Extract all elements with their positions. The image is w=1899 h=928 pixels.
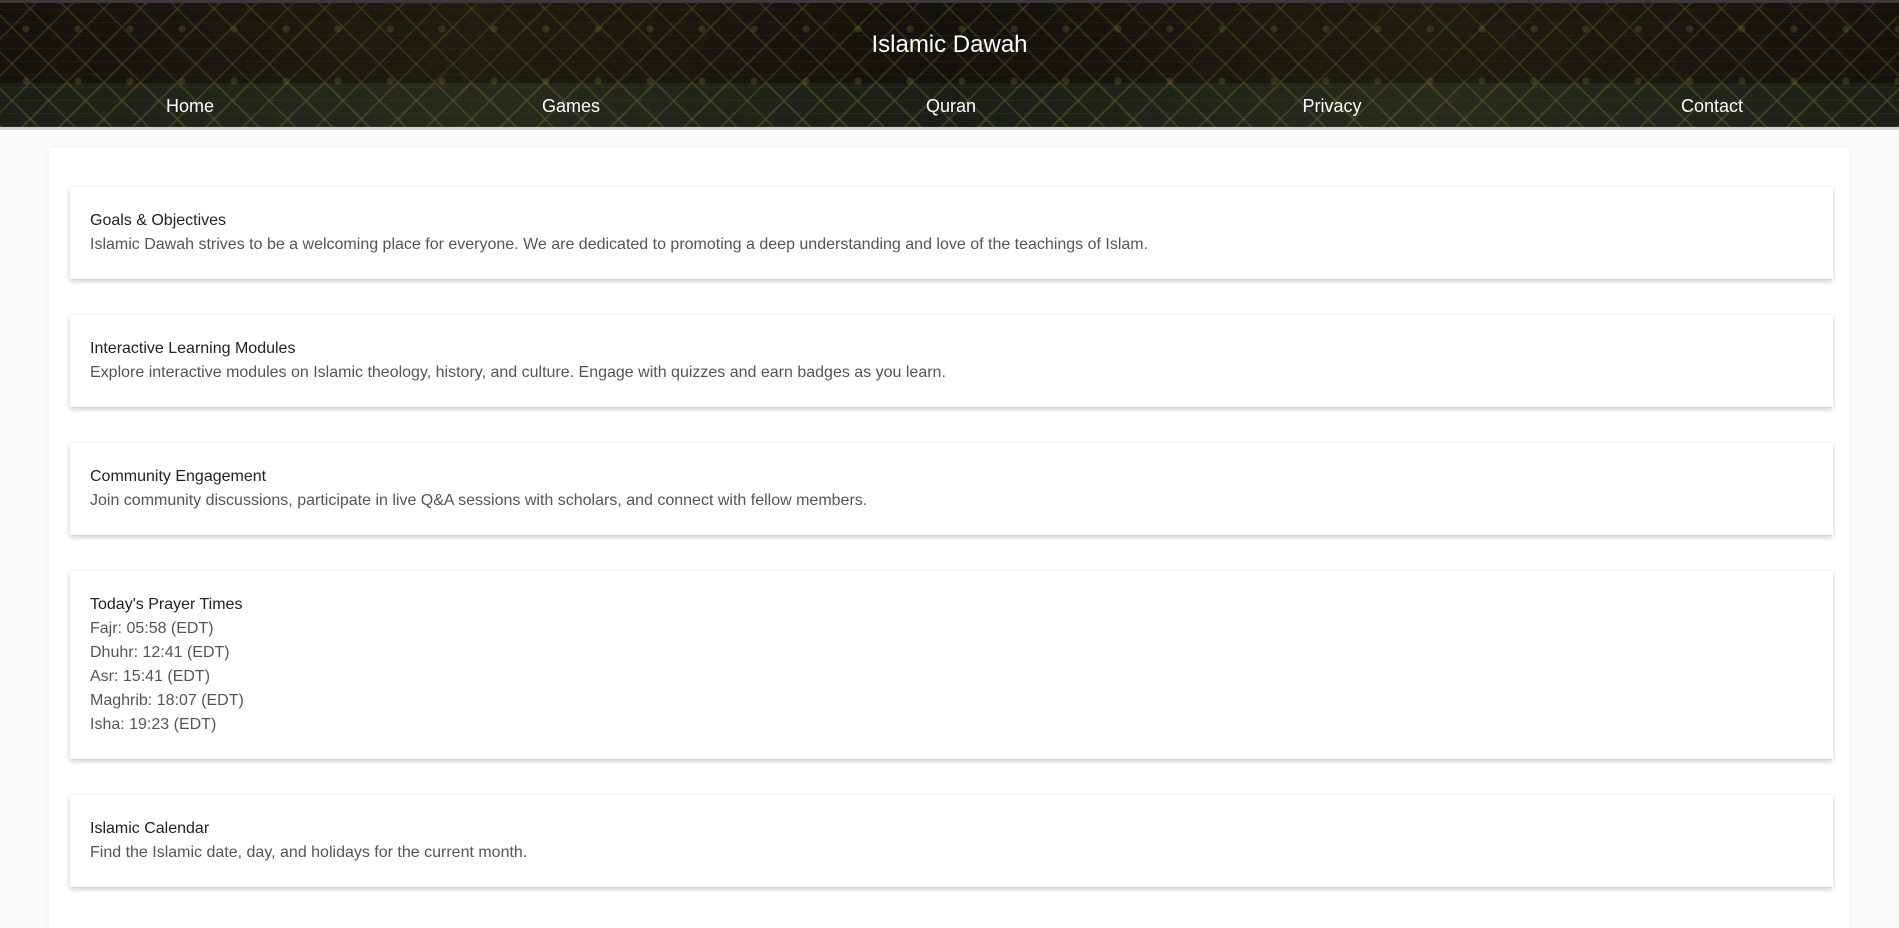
prayer-times-card: Today's Prayer Times Fajr: 05:58 (EDT) D…: [70, 571, 1833, 759]
goals-card: Goals & Objectives Islamic Dawah strives…: [70, 187, 1833, 279]
prayer-time-maghrib: Maghrib: 18:07 (EDT): [90, 692, 244, 709]
prayer-time-asr: Asr: 15:41 (EDT): [90, 668, 211, 685]
prayer-time-fajr: Fajr: 05:58 (EDT): [90, 620, 214, 637]
nav-contact-link[interactable]: Contact: [1612, 95, 1812, 117]
title-band: Islamic Dawah: [0, 3, 1899, 83]
calendar-card: Islamic Calendar Find the Islamic date, …: [70, 795, 1833, 887]
prayer-times-title: Today's Prayer Times: [90, 596, 243, 613]
site-header: Islamic Dawah Home Games Quran Privacy C…: [0, 0, 1899, 130]
calendar-title: Islamic Calendar: [90, 820, 210, 837]
community-title: Community Engagement: [90, 468, 267, 485]
modules-card: Interactive Learning Modules Explore int…: [70, 315, 1833, 407]
goals-title: Goals & Objectives: [90, 212, 227, 229]
community-card: Community Engagement Join community disc…: [70, 443, 1833, 535]
nav-home-link[interactable]: Home: [90, 95, 290, 117]
calendar-text: Find the Islamic date, day, and holidays…: [90, 844, 528, 861]
nav-privacy-link[interactable]: Privacy: [1232, 95, 1432, 117]
goals-text: Islamic Dawah strives to be a welcoming …: [90, 236, 1149, 253]
nav-quran-link[interactable]: Quran: [851, 95, 1051, 117]
modules-title: Interactive Learning Modules: [90, 340, 296, 357]
community-text: Join community discussions, participate …: [90, 492, 868, 509]
prayer-time-isha: Isha: 19:23 (EDT): [90, 716, 217, 733]
prayer-time-dhuhr: Dhuhr: 12:41 (EDT): [90, 644, 230, 661]
nav-games-link[interactable]: Games: [471, 95, 671, 117]
site-title: Islamic Dawah: [871, 31, 1028, 58]
modules-text: Explore interactive modules on Islamic t…: [90, 364, 946, 381]
main-nav: Home Games Quran Privacy Contact: [0, 83, 1899, 130]
